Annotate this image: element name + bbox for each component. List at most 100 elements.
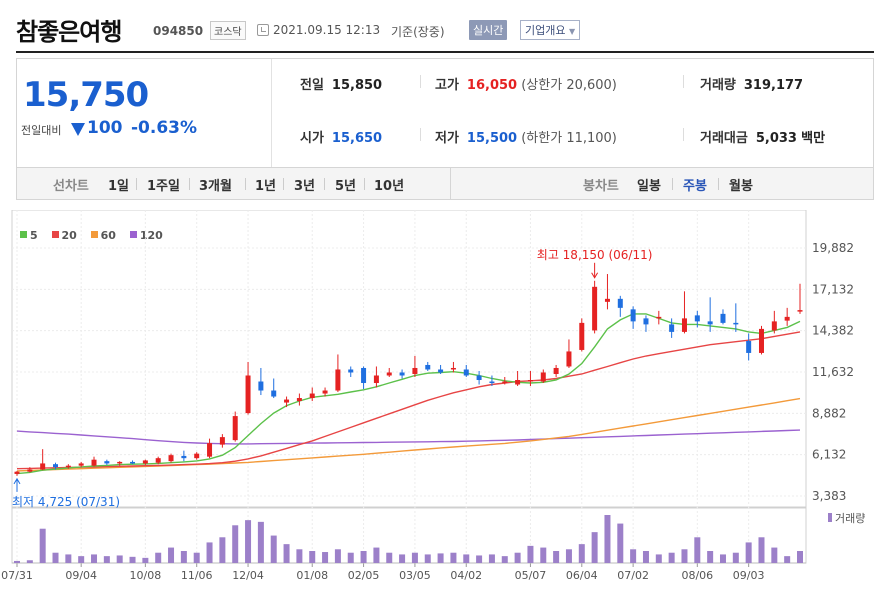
quote-basis: 기준(장중) — [391, 25, 445, 39]
volume-bar — [334, 549, 341, 563]
candle-body — [335, 369, 341, 391]
candle-body — [14, 471, 20, 474]
candle-body — [656, 316, 662, 319]
candle-body — [53, 464, 59, 468]
volume-bar — [630, 549, 637, 563]
candle-body — [746, 340, 752, 353]
volume-value: 319,177 — [743, 78, 804, 93]
candle-body — [232, 416, 238, 441]
y-tick-label: 19,882 — [812, 241, 854, 255]
y-tick-label: 11,632 — [812, 365, 854, 379]
candle-body — [258, 381, 264, 391]
divider — [672, 178, 673, 190]
volume-bar — [604, 515, 611, 563]
candle-weekly[interactable]: 주봉 — [683, 175, 707, 194]
chart-period-bar: 선차트 1일 1주일 3개월 1년 3년 5년 10년 봉차트 일봉 주봉 월봉 — [16, 168, 874, 200]
open-label: 시가 — [300, 131, 324, 146]
candle-body — [155, 458, 161, 463]
line-chart-label: 선차트 — [53, 179, 89, 194]
volume-bar — [450, 552, 457, 563]
candle-body — [463, 369, 469, 376]
candle-daily[interactable]: 일봉 — [637, 175, 661, 194]
candle-body — [450, 367, 456, 370]
volume-bar — [270, 535, 277, 563]
chevron-down-icon: ▼ — [568, 27, 576, 36]
volume-bar — [26, 560, 33, 563]
divider — [420, 128, 421, 141]
prev-close-value: 15,850 — [331, 78, 383, 93]
volume-bar — [14, 560, 20, 563]
volume-bar — [719, 554, 726, 563]
candle-body — [245, 375, 251, 414]
period-5y[interactable]: 5년 — [335, 175, 356, 194]
amount-label: 거래대금 — [700, 131, 748, 146]
volume-bar — [309, 551, 316, 563]
candle-body — [181, 455, 187, 459]
candle-body — [515, 380, 521, 385]
change-amount: 100 — [87, 118, 123, 138]
candle-body — [142, 460, 148, 464]
volume-bar — [219, 537, 226, 563]
volume-bar — [129, 556, 136, 563]
x-tick-label: 06/04 — [566, 569, 598, 582]
volume-bar — [193, 552, 200, 563]
volume-bar — [155, 552, 162, 563]
candle-monthly[interactable]: 월봉 — [729, 175, 753, 194]
period-3m[interactable]: 3개월 — [199, 175, 232, 194]
y-tick-label: 3,383 — [812, 489, 846, 503]
lower-limit: (하한가 11,100) — [521, 131, 617, 146]
candle-body — [476, 375, 482, 381]
volume-bar — [565, 549, 572, 563]
candle-body — [438, 369, 444, 373]
volume-bar — [424, 554, 431, 563]
volume-bar — [758, 537, 765, 563]
volume: 거래량 319,177 — [700, 74, 803, 93]
prev-close: 전일 15,850 — [300, 74, 382, 93]
candle-body — [194, 453, 200, 459]
volume-bar — [655, 554, 662, 563]
period-1w[interactable]: 1주일 — [147, 175, 180, 194]
main-price-panel: 15,750 전일대비 100 -0.63% — [17, 59, 272, 167]
candle-body — [207, 443, 213, 457]
volume-bar — [168, 547, 175, 563]
candle-body — [425, 364, 431, 370]
candle-body — [784, 316, 790, 321]
realtime-button[interactable]: 실시간 — [469, 20, 508, 40]
y-tick-label: 17,132 — [812, 282, 854, 296]
candle-body — [284, 399, 290, 403]
amount-unit: 백만 — [801, 131, 826, 146]
divider — [450, 168, 451, 199]
candle-body — [399, 372, 405, 376]
volume-bar — [501, 556, 508, 563]
period-1d[interactable]: 1일 — [108, 175, 129, 194]
volume-bar — [245, 520, 252, 563]
y-tick-label: 6,132 — [812, 448, 846, 462]
x-tick-label: 11/06 — [181, 569, 213, 582]
volume-bar — [732, 552, 739, 563]
company-overview-button[interactable]: 기업개요 ▼ — [520, 20, 581, 40]
volume-bar — [771, 547, 778, 563]
period-1y[interactable]: 1년 — [255, 175, 276, 194]
x-tick-label: 07/02 — [617, 569, 649, 582]
x-tick-label: 05/07 — [515, 569, 547, 582]
trade-amount: 거래대금 5,033 백만 — [700, 127, 825, 146]
x-tick-label: 02/05 — [348, 569, 380, 582]
candle-body — [412, 367, 418, 374]
divider — [420, 75, 421, 88]
period-3y[interactable]: 3년 — [294, 175, 315, 194]
volume-bar — [694, 537, 701, 563]
candle-body — [797, 310, 803, 312]
quote-datetime: 2021.09.15 12:13 — [273, 23, 381, 37]
period-10y[interactable]: 10년 — [374, 175, 404, 194]
volume-bar — [668, 552, 675, 563]
volume-bar — [65, 554, 72, 563]
x-tick-label: 03/05 — [399, 569, 431, 582]
volume-bar — [745, 542, 752, 563]
volume-bar — [411, 552, 418, 563]
candle-body — [361, 367, 367, 384]
candle-body — [219, 437, 225, 445]
candle-body — [553, 367, 559, 374]
high-value: 16,050 — [466, 78, 518, 93]
volume-bar — [527, 545, 534, 563]
change-percent: -0.63% — [131, 118, 198, 138]
